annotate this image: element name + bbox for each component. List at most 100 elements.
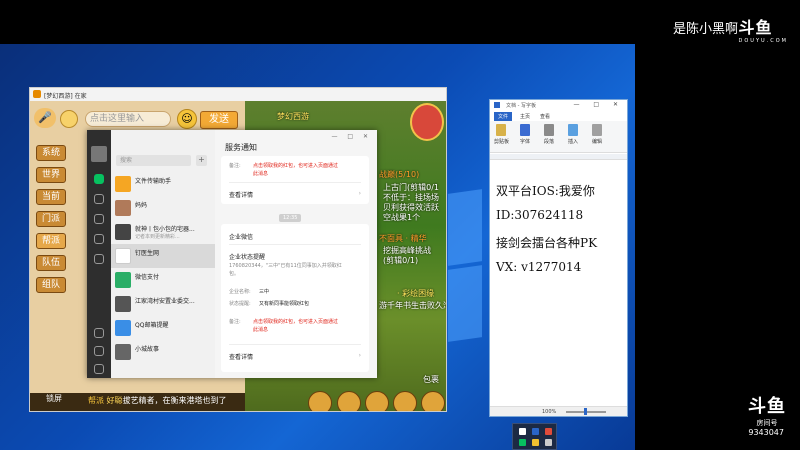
ribbon: 剪贴板 字体 段落 插入 编辑 <box>490 121 627 153</box>
list-item[interactable]: 微信支付 <box>111 268 215 292</box>
list-item[interactable]: 文件传输助手 <box>111 172 215 196</box>
chat-bottom-bar: 锁屏 帮派 好聪拔艺精者，在衡来港塔也到了 <box>30 393 245 411</box>
douyu-logo-text: 斗鱼 <box>748 396 786 417</box>
wordpad-title-bar[interactable]: 文档 - 写字板 — □ ✕ <box>490 100 627 110</box>
tray-app-icon[interactable] <box>532 439 539 446</box>
channel-guild[interactable]: 帮派 <box>36 233 66 249</box>
tray-app-icon[interactable] <box>532 428 539 435</box>
wechat-window[interactable]: 搜索 + 文件传输助手 妈妈 就神丨包小包的宅器... 记者本到更新精彩... 钉… <box>87 130 377 378</box>
add-button[interactable]: + <box>196 155 207 166</box>
ribbon-group-label: 剪贴板 <box>494 139 510 145</box>
pet-button[interactable] <box>365 391 389 411</box>
folder-icon[interactable] <box>94 234 104 244</box>
mini-program-icon[interactable] <box>94 328 104 338</box>
ruler[interactable] <box>490 154 627 160</box>
clipboard-icon[interactable] <box>496 124 506 136</box>
game-title-bar[interactable]: [梦幻西游] 在家 <box>30 88 446 101</box>
channel-sect[interactable]: 门派 <box>36 211 66 227</box>
tab-view[interactable]: 查看 <box>536 112 554 121</box>
chat-text: 拔艺精者，在衡来港塔也到了 <box>122 396 227 405</box>
douyu-room-logo: 斗鱼 房间号 <box>748 392 786 428</box>
list-item[interactable]: QQ邮箱提醒 <box>111 316 215 340</box>
lock-label[interactable]: 锁屏 <box>46 393 62 404</box>
note-text: 此消息 <box>253 327 269 333</box>
list-item[interactable]: 妈妈 <box>111 196 215 220</box>
tab-file[interactable]: 文件 <box>494 112 513 121</box>
channel-world[interactable]: 世界 <box>36 167 66 183</box>
chat-input[interactable]: 点击这里输入 <box>85 111 171 127</box>
status-title: 企业状态提醒 <box>229 254 266 261</box>
details-link[interactable]: 查看详情 <box>229 190 253 199</box>
tray-app-icon[interactable] <box>545 428 552 435</box>
quest-line: 空战果1个 <box>383 213 421 222</box>
moments-icon[interactable] <box>94 254 104 264</box>
save-icon[interactable] <box>494 102 500 108</box>
treasure-button[interactable] <box>337 391 361 411</box>
craft-button[interactable] <box>393 391 417 411</box>
edit-icon[interactable] <box>592 124 602 136</box>
list-item[interactable]: 江家湾村安置业委交... <box>111 292 215 316</box>
emoji-face-icon[interactable] <box>60 110 78 128</box>
group-avatar <box>115 296 131 312</box>
window-controls[interactable]: — □ ✕ <box>573 101 624 108</box>
divider <box>229 244 361 245</box>
map-button[interactable] <box>308 391 332 411</box>
send-button[interactable]: 发送 <box>200 111 238 129</box>
tab-home[interactable]: 主页 <box>516 112 534 121</box>
list-item[interactable]: 小城故事 <box>111 340 215 364</box>
chat-name: 小城故事 <box>135 346 160 353</box>
favorites-icon[interactable] <box>94 214 104 224</box>
channel-current[interactable]: 当前 <box>36 189 66 205</box>
paragraph-icon[interactable] <box>544 124 554 136</box>
microphone-icon[interactable]: 🎤 <box>34 108 56 128</box>
game-quest-panel[interactable]: 战巅(5/10) 上古门(剪辑0/1 不低于：挂场场 贝利获得效活跃 空战果1个… <box>375 161 446 281</box>
hud-title: 梦幻西游 <box>277 112 309 121</box>
note-label: 备注: <box>229 163 241 169</box>
chat-sender[interactable]: 好聪 <box>107 396 123 405</box>
insert-icon[interactable] <box>568 124 578 136</box>
chat-name: 微信支付 <box>135 274 160 281</box>
contacts-icon[interactable] <box>94 194 104 204</box>
details-link[interactable]: 查看详情 <box>229 352 253 361</box>
smiley-icon[interactable]: ☺ <box>177 109 197 129</box>
wechat-conversation: — □ ✕ 服务通知 备注: 点击领取我的红包，也可进入页面通过 此消息 查看详… <box>215 130 377 378</box>
quest-line: 不面具 · 精华 <box>379 234 427 243</box>
channel-team[interactable]: 队伍 <box>36 255 66 271</box>
company-value: 三中 <box>259 289 270 295</box>
tray-app-icon[interactable] <box>519 439 526 446</box>
bag-label[interactable]: 包裹 <box>423 374 439 385</box>
window-controls[interactable]: — □ ✕ <box>331 133 372 140</box>
game-character-portrait[interactable] <box>410 103 444 141</box>
tray-app-icon[interactable] <box>545 439 552 446</box>
chat-icon[interactable] <box>94 174 104 184</box>
ribbon-group-label: 字体 <box>520 139 531 145</box>
treasure-label: 宝物 <box>338 411 354 412</box>
search-input[interactable]: 搜索 <box>116 155 191 166</box>
tray-app-icon[interactable] <box>519 428 526 435</box>
channel-group[interactable]: 组队 <box>36 277 66 293</box>
ribbon-group-label: 段落 <box>544 139 555 145</box>
file-transfer-icon <box>115 176 131 192</box>
status-desc: 包。 <box>229 271 240 277</box>
chat-channel-tag: 帮派 <box>88 396 104 405</box>
contact-avatar <box>115 200 131 216</box>
company-label: 企业名称: <box>229 289 251 295</box>
avatar[interactable] <box>91 146 107 162</box>
zoom-slider-handle[interactable] <box>584 408 587 415</box>
wordpad-window[interactable]: 文档 - 写字板 — □ ✕ 文件 主页 查看 剪贴板 字体 段落 插入 编辑 … <box>489 99 628 417</box>
note-text: 此消息 <box>253 171 269 177</box>
phone-icon[interactable] <box>94 346 104 356</box>
mail-icon <box>115 320 131 336</box>
taskbar-tray-popup <box>512 423 557 450</box>
wechat-sidebar <box>87 130 111 378</box>
ribbon-tabs: 文件 主页 查看 <box>490 111 627 121</box>
chat-name: 文件传输助手 <box>135 178 172 185</box>
chat-name: QQ邮箱提醒 <box>135 322 169 329</box>
channel-system[interactable]: 系统 <box>36 145 66 161</box>
menu-icon[interactable] <box>94 364 104 374</box>
list-item[interactable]: 就神丨包小包的宅器... 记者本到更新精彩... <box>111 220 215 244</box>
layout-button[interactable] <box>421 391 445 411</box>
pet-label: 明宠 <box>366 411 382 412</box>
list-item[interactable]: 钉医生网 <box>111 244 215 268</box>
font-icon[interactable] <box>520 124 530 136</box>
